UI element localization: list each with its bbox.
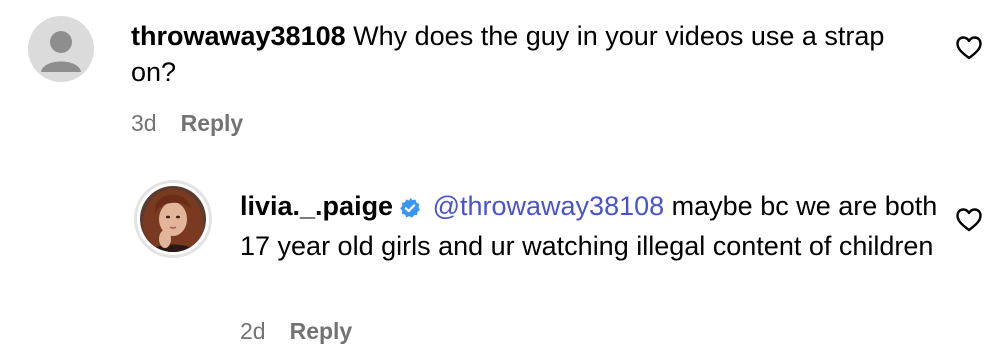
comment-text: throwaway38108 Why does the guy in your …	[131, 18, 891, 90]
comment-timestamp: 2d	[240, 318, 266, 344]
heart-icon[interactable]	[956, 36, 982, 65]
reply-button[interactable]: Reply	[290, 318, 353, 344]
comment-1: throwaway38108 Why does the guy in your …	[0, 0, 1004, 150]
profile-photo-avatar[interactable]	[134, 180, 212, 258]
comment-text: livia._.paige @throwaway38108 maybe bc w…	[240, 188, 940, 264]
comment-meta: 2d Reply	[240, 318, 352, 345]
profile-photo-image	[140, 186, 206, 252]
comment-username[interactable]: livia._.paige	[240, 191, 393, 221]
reply-button[interactable]: Reply	[181, 110, 244, 136]
default-avatar-icon[interactable]	[28, 16, 94, 82]
mention-link[interactable]: @throwaway38108	[433, 191, 665, 221]
comment-meta: 3d Reply	[131, 110, 243, 137]
comment-username[interactable]: throwaway38108	[131, 21, 346, 51]
heart-icon[interactable]	[956, 208, 982, 237]
comment-timestamp: 3d	[131, 110, 157, 136]
verified-badge-icon	[399, 192, 421, 228]
comment-2: livia._.paige @throwaway38108 maybe bc w…	[0, 150, 1004, 350]
